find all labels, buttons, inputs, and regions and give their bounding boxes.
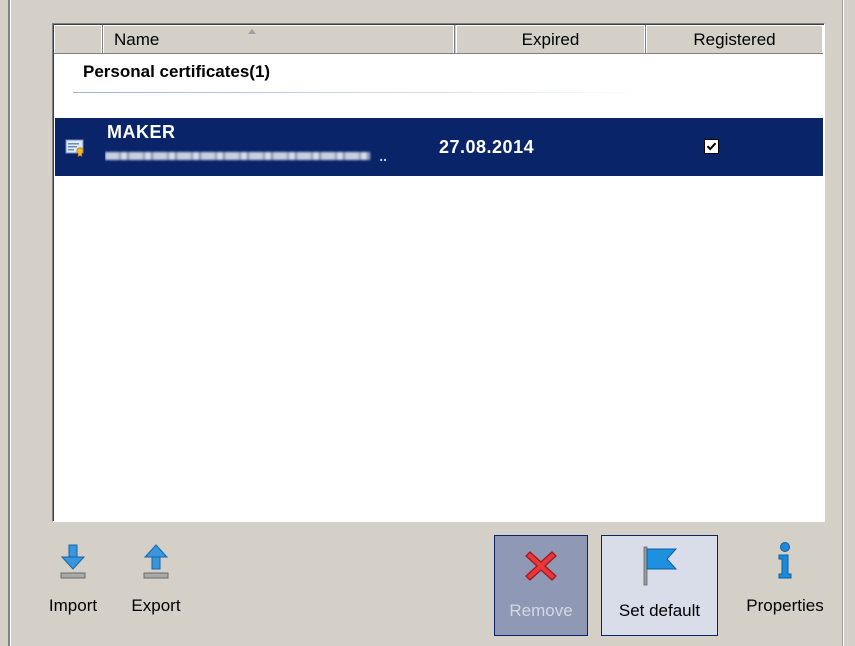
certificate-subject-ellipsis: .. bbox=[379, 150, 387, 162]
registered-checkbox[interactable] bbox=[704, 139, 719, 154]
set-default-button[interactable]: Set default bbox=[601, 535, 718, 636]
window-frame-right bbox=[842, 0, 844, 646]
import-button[interactable]: Import bbox=[37, 542, 109, 622]
group-divider bbox=[73, 92, 648, 93]
column-name-label: Name bbox=[114, 30, 160, 49]
window-frame-left bbox=[8, 0, 11, 646]
export-button[interactable]: Export bbox=[120, 542, 192, 622]
group-header-personal[interactable]: Personal certificates(1) bbox=[83, 62, 270, 82]
remove-label: Remove bbox=[509, 601, 573, 620]
column-header-blank[interactable] bbox=[54, 25, 103, 53]
red-x-icon bbox=[524, 549, 558, 588]
set-default-label: Set default bbox=[618, 601, 701, 620]
checkmark-icon bbox=[706, 142, 717, 151]
sort-ascending-icon bbox=[248, 29, 256, 34]
certificate-expired: 27.08.2014 bbox=[439, 137, 535, 157]
certificate-icon bbox=[65, 139, 85, 158]
column-expired-label: Expired bbox=[521, 30, 580, 49]
certificate-list[interactable]: Name Expired Registered Personal certifi… bbox=[52, 23, 825, 522]
export-label: Export bbox=[131, 596, 181, 615]
column-header: Name Expired Registered bbox=[54, 25, 823, 54]
properties-button[interactable]: Properties bbox=[733, 542, 837, 622]
column-header-expired[interactable]: Expired bbox=[456, 25, 646, 53]
info-icon bbox=[774, 542, 796, 585]
column-header-registered[interactable]: Registered bbox=[646, 25, 823, 53]
certificate-name: MAKER bbox=[107, 122, 176, 142]
import-label: Import bbox=[48, 596, 98, 615]
column-header-name[interactable]: Name bbox=[103, 25, 455, 53]
redaction-blur bbox=[105, 152, 370, 160]
table-row[interactable]: MAKER .. 27.08.2014 bbox=[55, 118, 823, 176]
flag-icon bbox=[640, 545, 680, 592]
column-registered-label: Registered bbox=[693, 30, 776, 49]
export-arrow-icon bbox=[143, 544, 169, 585]
import-arrow-icon bbox=[60, 544, 86, 585]
properties-label: Properties bbox=[746, 596, 824, 615]
remove-button[interactable]: Remove bbox=[494, 535, 588, 636]
certificate-subject-redacted: .. bbox=[105, 150, 387, 162]
